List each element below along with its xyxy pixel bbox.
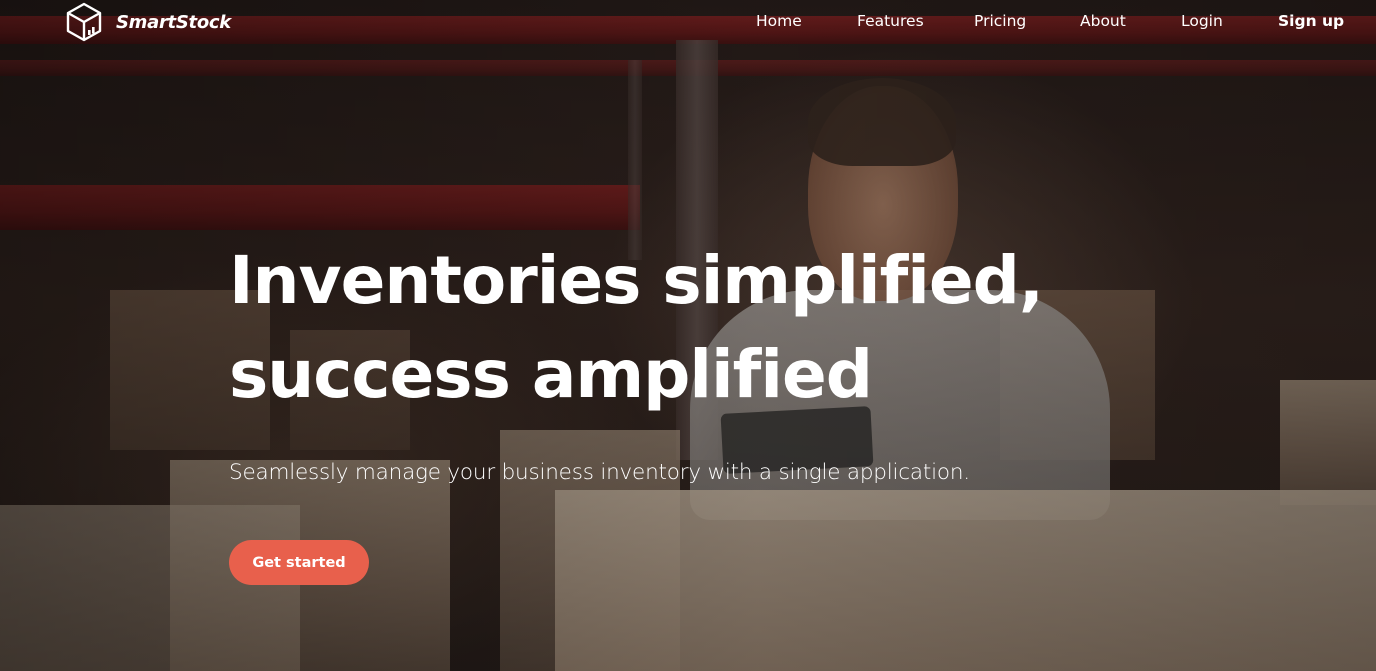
nav-link-pricing[interactable]: Pricing: [974, 12, 1026, 30]
nav-link-features[interactable]: Features: [857, 12, 924, 30]
brand-logo-link[interactable]: SmartStock: [66, 2, 231, 42]
hero-headline-line1: Inventories simplified,: [229, 242, 1044, 319]
cube-chart-icon: [66, 2, 102, 42]
nav-link-login[interactable]: Login: [1181, 12, 1223, 30]
brand-name: SmartStock: [116, 11, 231, 33]
get-started-button[interactable]: Get started: [229, 540, 369, 585]
nav-link-signup[interactable]: Sign up: [1278, 12, 1344, 30]
hero-headline: Inventories simplified, success amplifie…: [229, 234, 1049, 422]
hero-headline-line2: success amplified: [229, 336, 873, 413]
hero-section: SmartStock Home Features Pricing About L…: [0, 0, 1376, 671]
top-navbar: SmartStock Home Features Pricing About L…: [0, 0, 1376, 46]
nav-link-about[interactable]: About: [1080, 12, 1126, 30]
nav-link-home[interactable]: Home: [756, 12, 802, 30]
hero-subtitle: Seamlessly manage your business inventor…: [229, 460, 970, 485]
